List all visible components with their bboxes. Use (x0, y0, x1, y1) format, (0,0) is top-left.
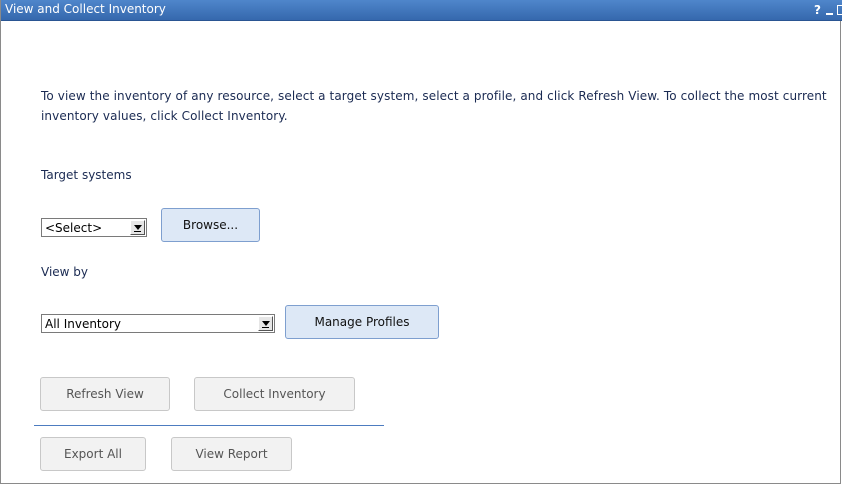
collect-inventory-button[interactable]: Collect Inventory (194, 377, 355, 411)
view-by-label: View by (41, 265, 89, 279)
dropdown-arrow-icon[interactable] (258, 316, 273, 331)
view-report-button[interactable]: View Report (171, 437, 292, 471)
window-tools: ? (814, 1, 842, 19)
target-system-select[interactable]: <Select> (41, 218, 147, 237)
refresh-view-button[interactable]: Refresh View (40, 377, 170, 411)
window-title: View and Collect Inventory (5, 2, 166, 16)
target-systems-label: Target systems (41, 168, 132, 182)
inventory-window: View and Collect Inventory ? To view the… (0, 0, 842, 484)
intro-text: To view the inventory of any resource, s… (41, 89, 827, 123)
window-titlebar: View and Collect Inventory ? (1, 0, 842, 21)
export-all-button[interactable]: Export All (40, 437, 146, 471)
help-icon[interactable]: ? (814, 3, 821, 17)
view-by-select[interactable]: All Inventory (41, 314, 275, 333)
browse-button[interactable]: Browse... (161, 208, 260, 242)
minimize-icon[interactable] (826, 13, 833, 15)
section-divider (34, 425, 384, 426)
target-system-select-value: <Select> (45, 221, 103, 235)
maximize-icon[interactable] (837, 5, 842, 15)
view-by-select-value: All Inventory (45, 317, 122, 331)
manage-profiles-button[interactable]: Manage Profiles (285, 305, 439, 339)
dropdown-arrow-icon[interactable] (130, 220, 145, 235)
